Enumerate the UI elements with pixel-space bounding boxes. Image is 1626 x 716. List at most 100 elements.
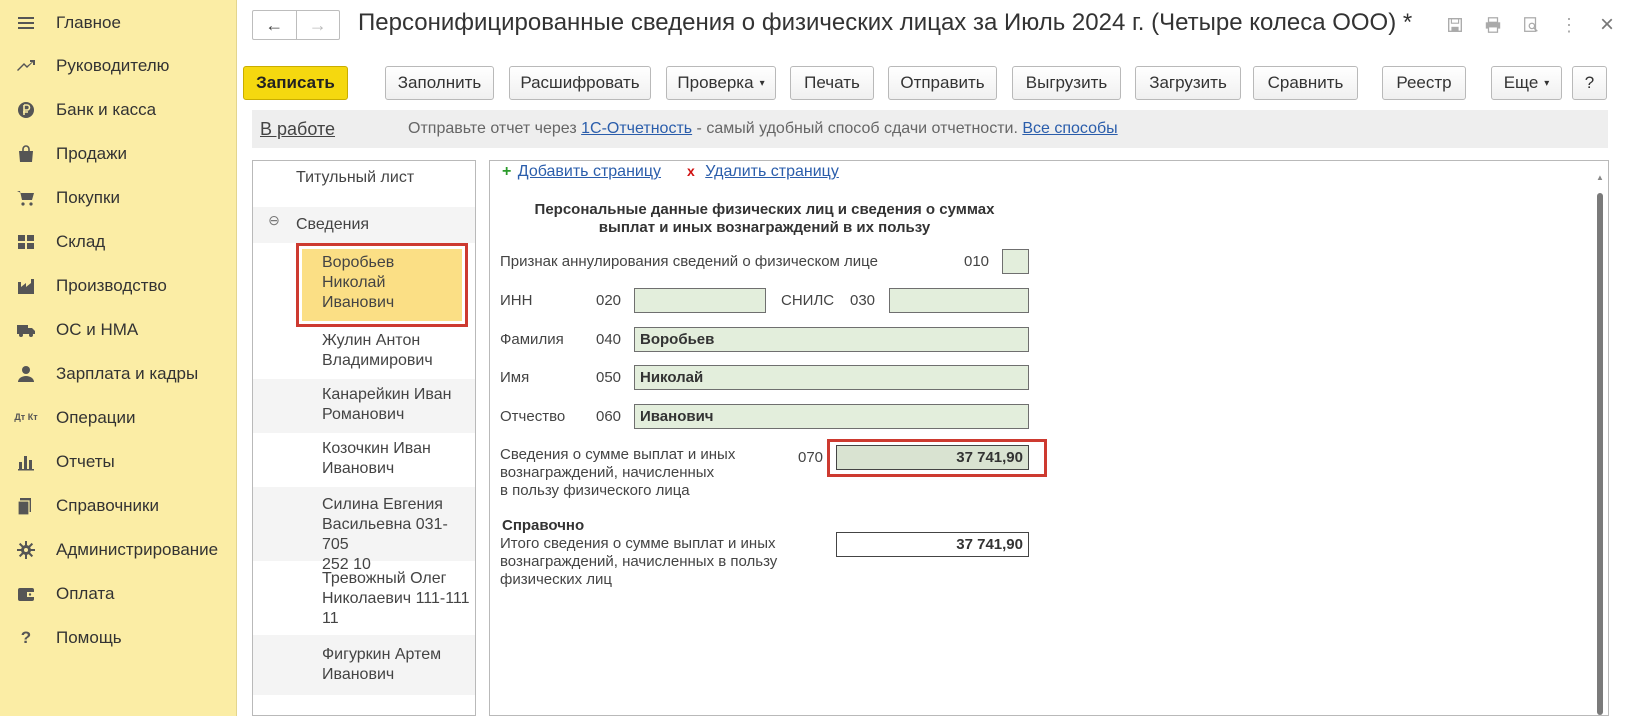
sidebar-item-help[interactable]: ? Помощь (0, 615, 237, 660)
delete-page-link[interactable]: Удалить страницу (705, 163, 839, 180)
code-060: 060 (596, 408, 622, 425)
add-page-action[interactable]: + Добавить страницу (502, 163, 661, 181)
dt-kt-icon: Дт Кт (14, 412, 38, 422)
delete-page-action[interactable]: x Удалить страницу (687, 163, 839, 181)
import-button[interactable]: Загрузить (1135, 66, 1241, 100)
factory-icon (14, 274, 38, 298)
sidebar-item-main[interactable]: Главное (0, 0, 237, 45)
cancel-flag-field[interactable] (1002, 249, 1029, 274)
tree-person[interactable]: Жулин Антон Владимирович (253, 325, 475, 379)
tree-person[interactable]: Тревожный Олег Николаевич 111-111 11 (253, 561, 475, 635)
inn-label: ИНН (500, 292, 533, 309)
send-hint: Отправьте отчет через 1С-Отчетность - са… (408, 120, 1118, 138)
bar-chart-icon (14, 450, 38, 474)
print-icon[interactable] (1474, 12, 1512, 38)
surname-field[interactable]: Воробьев (634, 327, 1029, 352)
1c-reporting-link[interactable]: 1С-Отчетность (581, 120, 692, 137)
sidebar-item-payment[interactable]: Оплата (0, 571, 237, 616)
more-button[interactable]: Еще ▾ (1491, 66, 1562, 100)
sidebar-item-label: Банк и касса (56, 99, 157, 119)
close-icon[interactable]: × (1588, 11, 1626, 38)
form-heading: Персональные данные физических лиц и све… (534, 201, 995, 236)
sidebar-item-operations[interactable]: Дт Кт Операции (0, 395, 237, 440)
name-field[interactable]: Николай (634, 365, 1029, 390)
person-name: Козочкин Иван Иванович (322, 440, 431, 477)
sidebar-item-production[interactable]: Производство (0, 263, 237, 308)
sidebar-item-fixed-assets[interactable]: ОС и НМА (0, 307, 237, 352)
cancel-flag-label: Признак аннулирования сведений о физичес… (500, 253, 878, 270)
scroll-up-icon[interactable]: ▲ (1595, 173, 1605, 182)
patronymic-field[interactable]: Иванович (634, 404, 1029, 429)
add-page-link[interactable]: Добавить страницу (518, 163, 661, 180)
sidebar-item-purchases[interactable]: Покупки (0, 175, 237, 220)
tree-person[interactable]: Канарейкин Иван Романович (253, 379, 475, 433)
more-vertical-icon[interactable]: ⋮ (1550, 12, 1588, 38)
chevron-down-icon: ▾ (1544, 77, 1550, 89)
menu-icon (14, 11, 38, 35)
send-button[interactable]: Отправить (888, 66, 997, 100)
all-methods-link[interactable]: Все способы (1022, 120, 1117, 137)
print-button[interactable]: Печать (790, 66, 874, 100)
payment-sum-label: Сведения о сумме выплат и иных вознаграж… (500, 446, 736, 499)
back-arrow-icon[interactable]: ← (253, 11, 297, 39)
sidebar-item-reports[interactable]: Отчеты (0, 439, 237, 484)
window-controls: ⋮ × (1436, 11, 1626, 38)
tree-person[interactable]: Козочкин Иван Иванович (253, 433, 475, 487)
sidebar-item-manager[interactable]: Руководителю (0, 43, 237, 88)
code-030: 030 (850, 292, 876, 309)
person-icon (14, 362, 38, 386)
export-button[interactable]: Выгрузить (1012, 66, 1121, 100)
sidebar: Главное Руководителю Банк и касса Продаж… (0, 0, 237, 716)
history-navigation: ← → (252, 10, 340, 40)
forward-arrow-icon[interactable]: → (297, 11, 340, 39)
send-hint-middle: - самый удобный способ сдачи отчетности. (692, 120, 1023, 137)
tree-person[interactable]: Силина Евгения Васильевна 031-705 252 10 (253, 487, 475, 573)
sidebar-item-administration[interactable]: Администрирование (0, 527, 237, 572)
total-sum-label: Итого сведения о сумме выплат и иных воз… (500, 535, 778, 588)
save-disk-icon[interactable] (1436, 12, 1474, 38)
surname-label: Фамилия (500, 331, 564, 348)
code-020: 020 (596, 292, 622, 309)
sidebar-item-label: Склад (56, 231, 106, 251)
reference-title: Справочно (502, 517, 585, 534)
tree-item-section[interactable]: ⊖ Сведения (253, 207, 475, 243)
collapse-icon[interactable]: ⊖ (268, 213, 280, 227)
plus-icon: + (502, 163, 512, 180)
sidebar-item-catalogs[interactable]: Справочники (0, 483, 237, 528)
save-button[interactable]: Записать (243, 66, 348, 100)
help-button[interactable]: ? (1572, 66, 1607, 100)
registry-button[interactable]: Реестр (1382, 66, 1466, 100)
person-name: Воробьев Николай Иванович (322, 254, 395, 311)
tree-item-label: Сведения (296, 216, 370, 233)
question-icon: ? (20, 627, 32, 647)
sidebar-item-warehouse[interactable]: Склад (0, 219, 237, 264)
inn-field[interactable] (634, 288, 766, 313)
sidebar-item-label: Отчеты (56, 451, 115, 471)
tree-person[interactable]: Фигуркин Артем Иванович (253, 635, 475, 695)
tree-person[interactable]: Воробьев Николай Иванович (253, 243, 475, 327)
tree-item-title-page[interactable]: Титульный лист (253, 169, 475, 195)
sidebar-item-sales[interactable]: Продажи (0, 131, 237, 176)
sidebar-item-label: Зарплата и кадры (56, 363, 199, 383)
sidebar-item-label: Главное (56, 12, 121, 32)
payment-sum-field[interactable]: 37 741,90 (836, 445, 1029, 470)
check-button[interactable]: Проверка ▾ (666, 66, 776, 100)
person-name: Канарейкин Иван Романович (322, 386, 452, 423)
truck-icon (14, 318, 38, 342)
send-hint-prefix: Отправьте отчет через (408, 120, 582, 137)
vertical-scrollbar[interactable]: ▲ (1595, 173, 1605, 715)
sidebar-item-bank[interactable]: Банк и касса (0, 87, 237, 132)
compare-button[interactable]: Сравнить (1253, 66, 1358, 100)
status-link[interactable]: В работе (260, 119, 335, 140)
check-button-label: Проверка (677, 73, 754, 92)
preview-icon[interactable] (1512, 12, 1550, 38)
trend-icon (14, 54, 38, 78)
scrollbar-thumb[interactable] (1597, 193, 1603, 715)
tree-item-label: Титульный лист (296, 169, 415, 186)
snils-field[interactable] (889, 288, 1029, 313)
snils-label: СНИЛС (781, 292, 835, 309)
sidebar-item-label: Руководителю (56, 55, 170, 75)
sidebar-item-salary[interactable]: Зарплата и кадры (0, 351, 237, 396)
decode-button[interactable]: Расшифровать (509, 66, 651, 100)
fill-button[interactable]: Заполнить (385, 66, 494, 100)
